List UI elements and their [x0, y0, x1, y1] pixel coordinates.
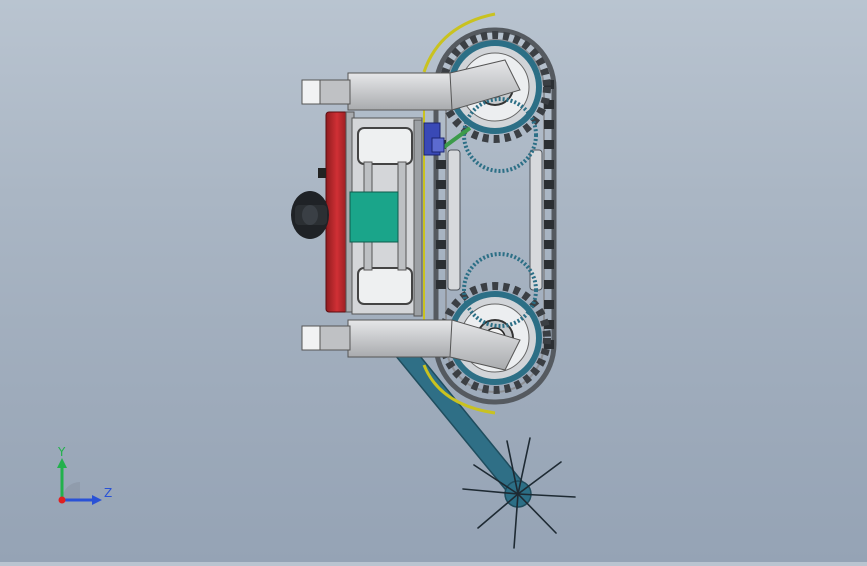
- knob: [291, 168, 329, 239]
- graphics-viewport[interactable]: Y Z: [0, 0, 867, 562]
- z-axis-label: Z: [104, 486, 112, 500]
- y-axis-label: Y: [57, 445, 66, 459]
- small-peg: [318, 168, 326, 178]
- center-chassis: [349, 117, 423, 317]
- motor-cap: [431, 137, 445, 153]
- coordinate-triad-icon: [57, 458, 102, 505]
- cad-model-icon[interactable]: Y Z: [0, 0, 867, 562]
